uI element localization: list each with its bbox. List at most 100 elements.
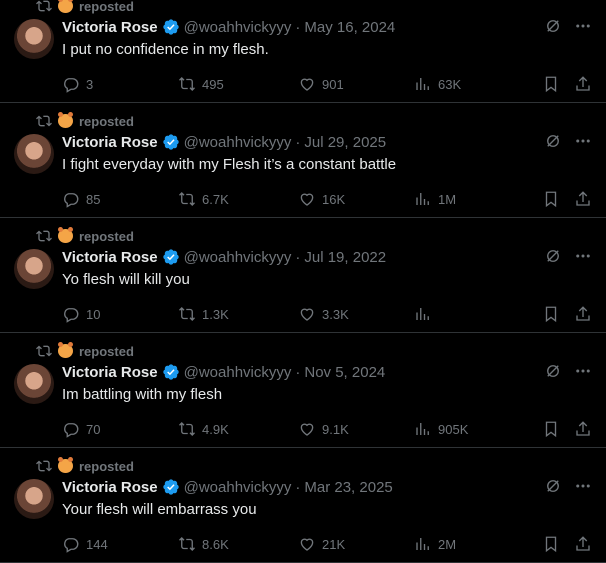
grok-icon[interactable]: [544, 247, 562, 265]
views-button[interactable]: 2M: [414, 535, 538, 553]
author-name[interactable]: Victoria Rose: [62, 134, 158, 151]
repost-indicator: reposted: [36, 342, 134, 359]
share-icon[interactable]: [574, 420, 592, 438]
more-options-icon[interactable]: [574, 17, 592, 35]
grok-icon[interactable]: [544, 132, 562, 150]
reply-count: 144: [86, 536, 108, 552]
reply-icon: [64, 78, 79, 93]
repost-indicator: reposted: [36, 112, 134, 129]
reply-icon: [64, 423, 79, 438]
views-chart-icon: [416, 193, 429, 205]
author-handle[interactable]: @woahhvickyyy: [184, 19, 292, 36]
like-button[interactable]: 16K: [298, 190, 414, 208]
repost-action-icon: [179, 192, 195, 206]
more-options-icon[interactable]: [574, 247, 592, 265]
like-button[interactable]: 21K: [298, 535, 414, 553]
post-header: Victoria Rose @woahhvickyyy · Nov 5, 202…: [62, 362, 592, 382]
views-count: 2M: [438, 536, 457, 552]
share-icon[interactable]: [574, 190, 592, 208]
verified-badge-icon: [162, 134, 179, 150]
author-handle[interactable]: @woahhvickyyy: [184, 249, 292, 266]
post[interactable]: reposted Victoria Rose @woahhvickyyy · J…: [0, 218, 606, 333]
author-name[interactable]: Victoria Rose: [62, 364, 158, 381]
repost-indicator: reposted: [36, 0, 134, 14]
share-icon[interactable]: [574, 75, 592, 93]
post-date[interactable]: Mar 23, 2025: [304, 479, 392, 496]
views-chart-icon: [416, 538, 429, 550]
avatar[interactable]: [14, 364, 54, 404]
author-handle[interactable]: @woahhvickyyy: [184, 364, 292, 381]
repost-action-icon: [179, 307, 195, 321]
avatar[interactable]: [14, 479, 54, 519]
reply-count: 70: [86, 421, 101, 437]
bookmark-icon[interactable]: [542, 535, 560, 553]
verified-badge-icon: [162, 19, 179, 35]
views-count: 905K: [438, 421, 469, 437]
share-icon[interactable]: [574, 305, 592, 323]
reply-button[interactable]: 10: [62, 305, 178, 323]
like-button[interactable]: 901: [298, 75, 414, 93]
separator-dot: ·: [295, 18, 301, 36]
post[interactable]: reposted Victoria Rose @woahhvickyyy · N…: [0, 333, 606, 448]
repost-button[interactable]: 1.3K: [178, 305, 298, 323]
more-options-icon[interactable]: [574, 362, 592, 380]
views-count: 63K: [438, 76, 462, 92]
grok-icon[interactable]: [544, 362, 562, 380]
bookmark-icon[interactable]: [542, 420, 560, 438]
verified-badge-icon: [162, 364, 179, 380]
author-handle[interactable]: @woahhvickyyy: [184, 479, 292, 496]
views-count: 1M: [438, 191, 457, 207]
author-name[interactable]: Victoria Rose: [62, 249, 158, 266]
verified-badge-icon: [162, 479, 179, 495]
post[interactable]: reposted Victoria Rose @woahhvickyyy · M…: [0, 0, 606, 103]
more-options-icon[interactable]: [574, 477, 592, 495]
reply-icon: [64, 308, 79, 323]
post-date[interactable]: May 16, 2024: [304, 19, 395, 36]
views-button[interactable]: 63K: [414, 75, 538, 93]
repost-count: 6.7K: [202, 191, 229, 207]
like-button[interactable]: 3.3K: [298, 305, 414, 323]
grok-icon[interactable]: [544, 17, 562, 35]
repost-label: reposted: [79, 343, 134, 359]
bookmark-icon[interactable]: [542, 75, 560, 93]
separator-dot: ·: [295, 363, 301, 381]
reply-button[interactable]: 70: [62, 420, 178, 438]
repost-button[interactable]: 4.9K: [178, 420, 298, 438]
reply-button[interactable]: 85: [62, 190, 178, 208]
post-date[interactable]: Jul 29, 2025: [304, 134, 386, 151]
views-chart-icon: [416, 78, 429, 90]
like-button[interactable]: 9.1K: [298, 420, 414, 438]
avatar[interactable]: [14, 19, 54, 59]
hamster-emoji-icon: [58, 457, 73, 473]
author-name[interactable]: Victoria Rose: [62, 19, 158, 36]
repost-icon: [36, 345, 52, 357]
author-handle[interactable]: @woahhvickyyy: [184, 134, 292, 151]
reply-count: 85: [86, 191, 101, 207]
grok-icon[interactable]: [544, 477, 562, 495]
more-options-icon[interactable]: [574, 132, 592, 150]
author-name[interactable]: Victoria Rose: [62, 479, 158, 496]
avatar[interactable]: [14, 249, 54, 289]
repost-label: reposted: [79, 458, 134, 474]
repost-button[interactable]: 495: [178, 75, 298, 93]
separator-dot: ·: [295, 133, 301, 151]
reply-button[interactable]: 144: [62, 535, 178, 553]
repost-button[interactable]: 6.7K: [178, 190, 298, 208]
post-text: Your flesh will embarrass you: [62, 501, 257, 518]
repost-button[interactable]: 8.6K: [178, 535, 298, 553]
hamster-emoji-icon: [58, 112, 73, 128]
views-chart-icon: [416, 308, 429, 320]
post[interactable]: reposted Victoria Rose @woahhvickyyy · J…: [0, 103, 606, 218]
bookmark-icon[interactable]: [542, 305, 560, 323]
share-icon[interactable]: [574, 535, 592, 553]
views-button[interactable]: 905K: [414, 420, 538, 438]
bookmark-icon[interactable]: [542, 190, 560, 208]
views-button[interactable]: 1M: [414, 190, 538, 208]
verified-badge-icon: [162, 249, 179, 265]
post-date[interactable]: Jul 19, 2022: [304, 249, 386, 266]
reply-button[interactable]: 3: [62, 75, 178, 93]
views-button[interactable]: [414, 305, 538, 323]
post[interactable]: reposted Victoria Rose @woahhvickyyy · M…: [0, 448, 606, 563]
avatar[interactable]: [14, 134, 54, 174]
post-date[interactable]: Nov 5, 2024: [304, 364, 385, 381]
